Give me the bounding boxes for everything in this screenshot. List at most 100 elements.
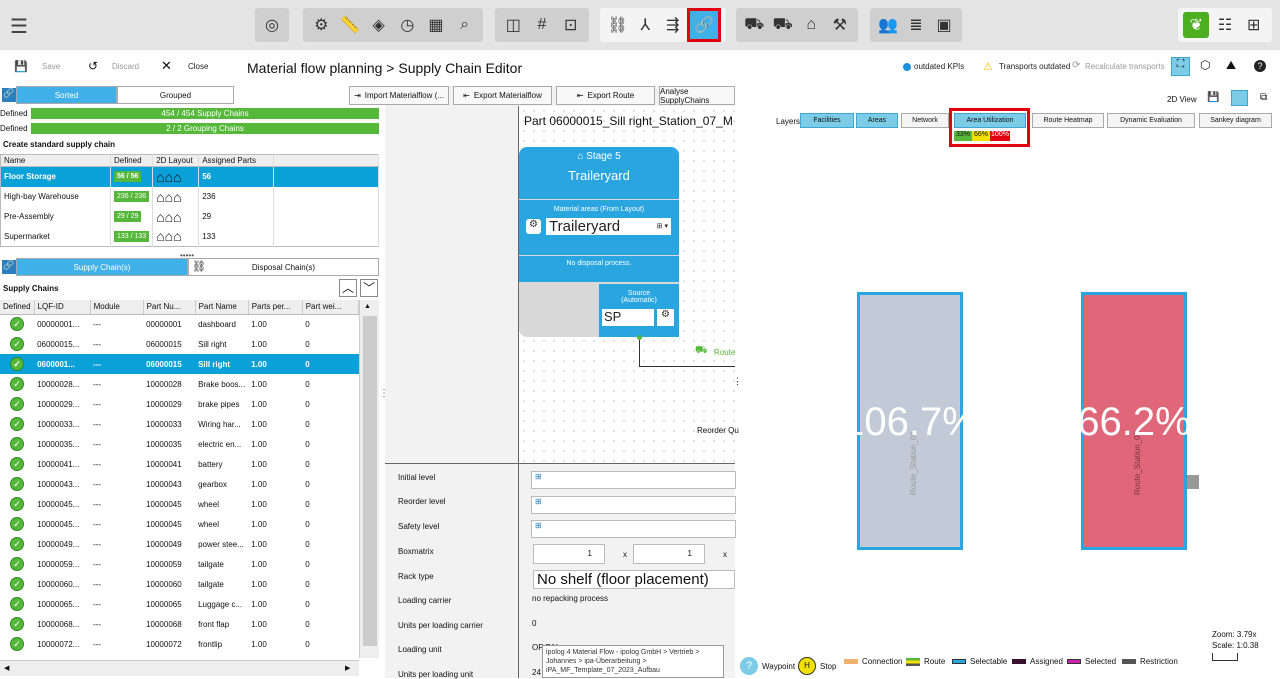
table-row[interactable]: ✓ 10000059... --- 10000059 tailgate 1.00 0: [0, 554, 359, 574]
outdated-kpis[interactable]: outdated KPIs: [914, 62, 964, 71]
table-row[interactable]: ✓ 10000043... --- 10000043 gearbox 1.00 0: [0, 474, 359, 494]
clock-icon[interactable]: ◷: [394, 12, 420, 38]
table-row[interactable]: ✓ 10000045... --- 10000045 wheel 1.00 0: [0, 494, 359, 514]
warehouse-icon[interactable]: ⌂⌂⌂: [152, 166, 200, 187]
truck-icon[interactable]: ⛟: [741, 12, 767, 38]
shapes-icon[interactable]: ◈: [366, 12, 392, 38]
breadcrumb-root[interactable]: Material flow planning: [247, 60, 382, 76]
table-row[interactable]: ✓ 10000028... --- 10000028 Brake boos... 1.00…: [0, 374, 359, 394]
col-module[interactable]: Module: [90, 300, 144, 315]
warehouse-icon[interactable]: ⌂⌂⌂: [152, 206, 200, 227]
reorder-level-field[interactable]: ⊞: [531, 496, 736, 514]
warehouse-icon[interactable]: ⌂⌂⌂: [152, 226, 200, 247]
table-row[interactable]: ✓ 10000068... --- 10000068 front flap 1.00 0: [0, 614, 359, 634]
scroll-left-icon[interactable]: ◀: [4, 664, 9, 672]
table-row[interactable]: ✓ 06000015... --- 06000015 Sill right 1.00 0: [0, 334, 359, 354]
matrix-icon[interactable]: ▦: [423, 12, 449, 38]
layer-areas[interactable]: Areas: [856, 113, 898, 128]
col-part-number[interactable]: Part Nu...: [143, 300, 196, 315]
branch-icon[interactable]: ⅄: [632, 12, 658, 38]
menu-icon[interactable]: ☰: [10, 14, 28, 39]
save-button[interactable]: Save: [42, 62, 60, 71]
station-area[interactable]: Route_Station_02 66.2%: [1077, 292, 1191, 550]
save-icon[interactable]: 💾: [14, 60, 28, 73]
export-materialflow-button[interactable]: ⇤ Export Materialflow: [453, 86, 552, 105]
grid-icon[interactable]: #: [529, 12, 555, 38]
table-row[interactable]: ✓ 0600001... --- 06000015 Sill right 1.00 0: [0, 354, 359, 374]
table-row[interactable]: ✓ 10000033... --- 10000033 Wiring har... 1.00…: [0, 414, 359, 434]
layer-sankey-diagram[interactable]: Sankey diagram: [1199, 113, 1272, 128]
scroll-thumb[interactable]: [363, 316, 377, 646]
tab-disposal-chains[interactable]: Disposal Chain(s): [188, 258, 379, 276]
cube-icon[interactable]: ⬡: [1200, 58, 1210, 72]
horizontal-scrollbar[interactable]: ◀ ▶: [0, 660, 359, 676]
discard-button[interactable]: Discard: [112, 62, 139, 71]
export-route-button[interactable]: ⇤ Export Route: [556, 86, 655, 105]
table-row[interactable]: ✓ 10000029... --- 10000029 brake pipes 1.00 0: [0, 394, 359, 414]
structure-icon[interactable]: ⊞: [1241, 12, 1267, 38]
table-row[interactable]: ✓ 10000035... --- 10000035 electric en... 1.0…: [0, 434, 359, 454]
chevron-down-icon[interactable]: ﹀: [360, 279, 378, 297]
table-row[interactable]: ✓ 10000049... --- 10000049 power stee... 1.00…: [0, 534, 359, 554]
tab-grouped[interactable]: Grouped: [117, 86, 234, 104]
layer-facilities[interactable]: Facilities: [800, 113, 854, 128]
vertical-scrollbar[interactable]: ▲: [359, 300, 379, 658]
merge-icon[interactable]: ⇶: [660, 12, 686, 38]
select-tool-icon[interactable]: ⛶: [1171, 57, 1190, 76]
layer-network[interactable]: Network: [901, 113, 949, 128]
col-part-weight[interactable]: Part wei...: [302, 300, 359, 315]
truck-2-icon[interactable]: ⛟: [770, 12, 796, 38]
close-button[interactable]: Close: [188, 62, 208, 71]
gear-icon[interactable]: ⚙: [526, 219, 541, 234]
warehouse-icon[interactable]: ⌂⌂⌂: [152, 186, 200, 207]
layout-icon[interactable]: ◫: [500, 12, 526, 38]
close-icon[interactable]: ✕: [161, 58, 172, 74]
col-name[interactable]: Name: [0, 154, 111, 167]
layer-area-utilization[interactable]: Area Utilization: [954, 113, 1026, 128]
sliders-icon[interactable]: ☷: [1212, 12, 1238, 38]
split-view-icon[interactable]: [1231, 90, 1248, 106]
initial-level-field[interactable]: ⊞: [531, 471, 736, 489]
chevron-up-icon[interactable]: ︿: [339, 279, 357, 297]
table-row[interactable]: Pre-Assembly 29 / 29 ⌂⌂⌂ 29: [0, 206, 379, 227]
tab-supply-chains[interactable]: Supply Chain(s): [16, 258, 188, 276]
layer-dynamic-evaluation[interactable]: Dynamic Evaluation: [1107, 113, 1195, 128]
table-row[interactable]: ✓ 10000072... --- 10000072 frontlip 1.00 0: [0, 634, 359, 654]
boxmatrix-x-field[interactable]: 1: [533, 544, 605, 564]
col-defined[interactable]: Defined: [0, 300, 35, 315]
tab-sorted[interactable]: Sorted: [16, 86, 117, 104]
ruler-icon[interactable]: 📏: [337, 12, 363, 38]
col-part-name[interactable]: Part Name: [195, 300, 249, 315]
source-node[interactable]: Source (Automatic) SP ⚙: [599, 284, 679, 337]
link-icon[interactable]: ⛓: [605, 12, 631, 38]
analyse-supplychains-button[interactable]: Analyse SupplyChains: [659, 86, 735, 105]
col-2d-layout[interactable]: 2D Layout: [152, 154, 200, 167]
boxmatrix-y-field[interactable]: 1: [633, 544, 705, 564]
table-row[interactable]: ✓ 10000060... --- 10000060 tailgate 1.00 0: [0, 574, 359, 594]
material-icon[interactable]: ⚙: [308, 12, 334, 38]
station-area[interactable]: Route_Station_01 106.7%: [842, 292, 978, 550]
discard-icon[interactable]: ↺: [88, 59, 98, 73]
stop-marker[interactable]: [1187, 475, 1199, 489]
leaf-icon[interactable]: ❦: [1183, 12, 1210, 38]
popout-icon[interactable]: ⧉: [1260, 92, 1267, 103]
frame-icon[interactable]: ▣: [931, 12, 957, 38]
col-defined[interactable]: Defined: [110, 154, 154, 167]
forklift-icon[interactable]: ⚒: [827, 12, 853, 38]
safety-level-field[interactable]: ⊞: [531, 520, 736, 538]
col-assigned-parts[interactable]: Assigned Parts: [198, 154, 275, 167]
import-materialflow-button[interactable]: ⇥ Import Materialflow (...: [349, 86, 449, 105]
table-row[interactable]: ✓ 10000041... --- 10000041 battery 1.00 0: [0, 454, 359, 474]
table-row[interactable]: ✓ 10000065... --- 10000065 Luggage c... 1.00 0: [0, 594, 359, 614]
target-icon[interactable]: ◎: [259, 12, 285, 38]
area-icon[interactable]: ⊡: [558, 12, 584, 38]
table-row[interactable]: Supermarket 133 / 133 ⌂⌂⌂ 133: [0, 226, 379, 247]
gear-icon[interactable]: ⚙: [657, 309, 674, 326]
area-select[interactable]: Traileryard ⊞ ▾: [546, 218, 671, 235]
col-parts-per[interactable]: Parts per...: [248, 300, 303, 315]
col-lqf-id[interactable]: LQF-ID: [34, 300, 91, 315]
warehouse-icon[interactable]: ⌂: [798, 12, 824, 38]
save-view-icon[interactable]: 💾: [1207, 92, 1219, 103]
source-select[interactable]: SP: [602, 309, 654, 326]
help-icon[interactable]: ?: [1254, 60, 1266, 72]
